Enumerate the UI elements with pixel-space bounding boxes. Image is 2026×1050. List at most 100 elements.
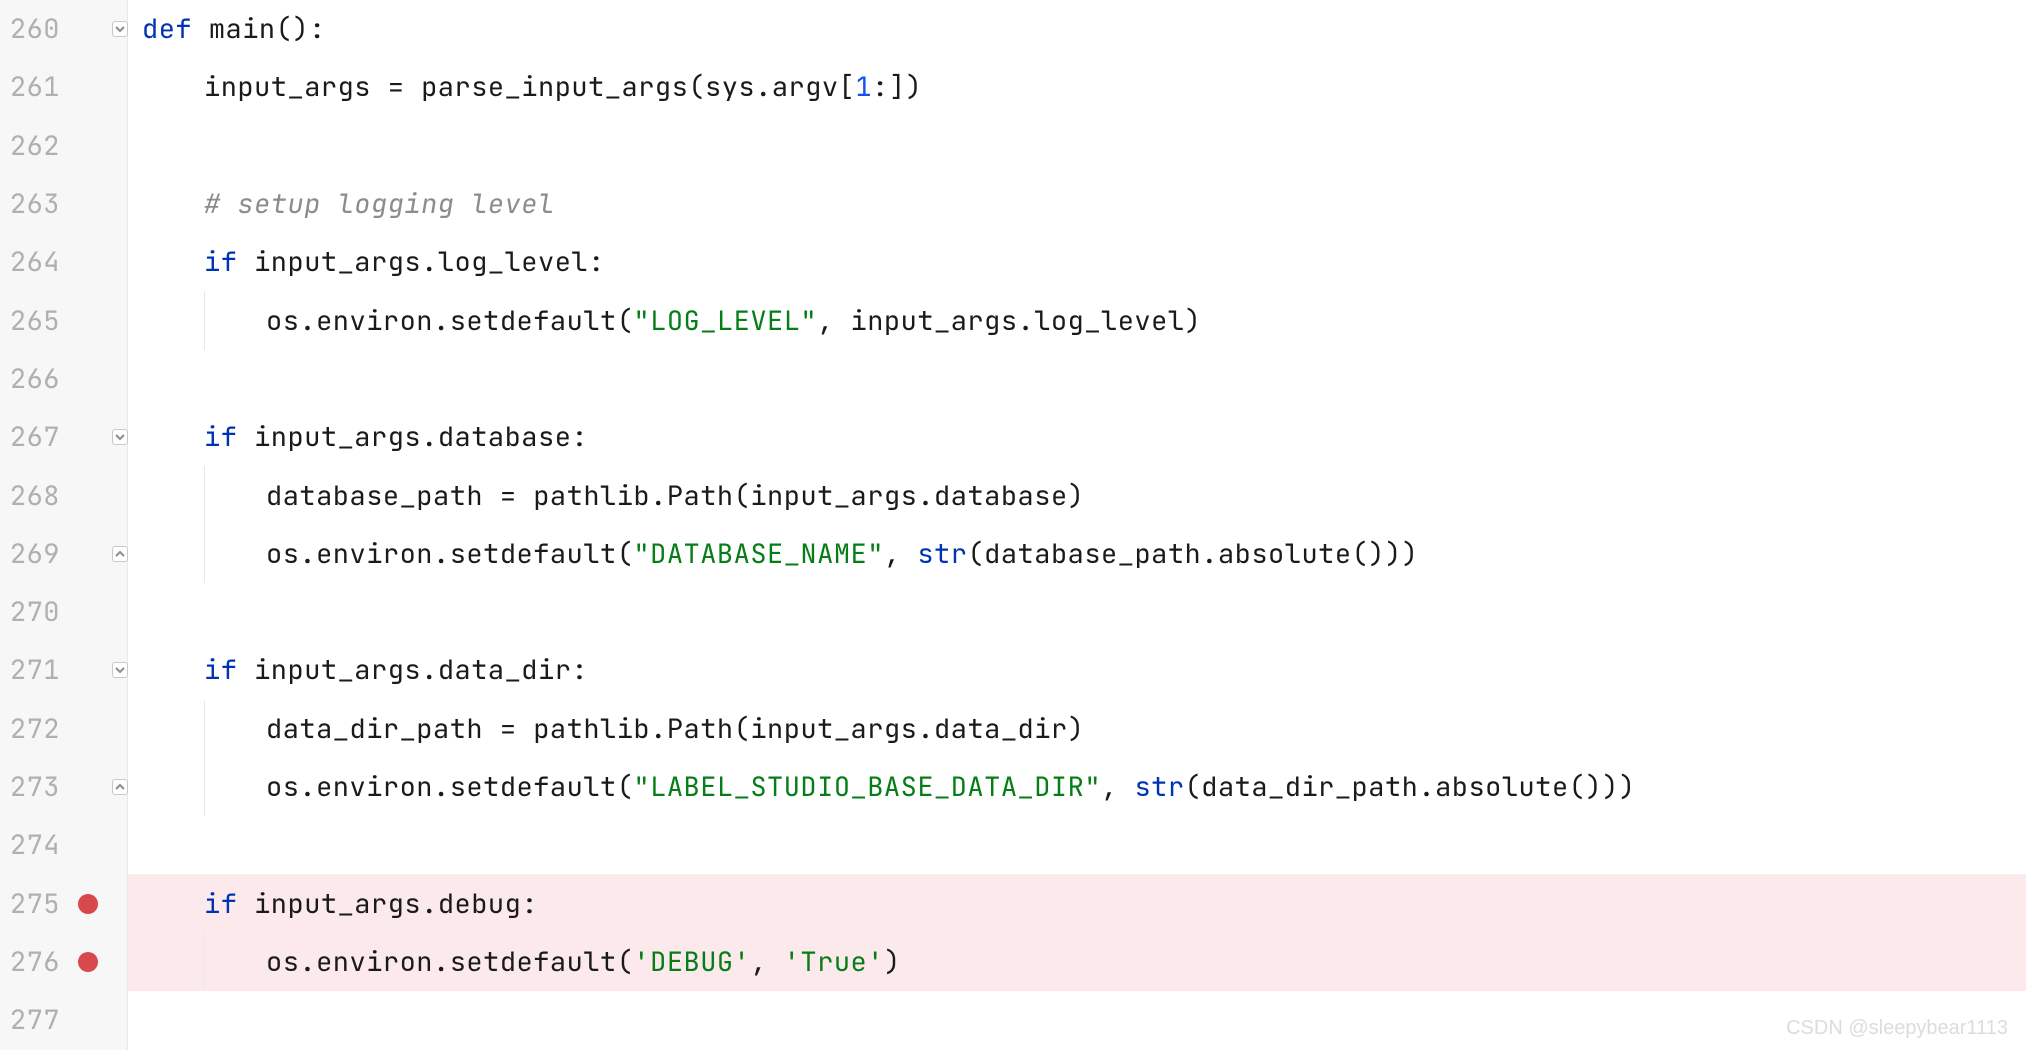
token-ident: database_path	[984, 536, 1201, 572]
gutter-row[interactable]: 273	[0, 758, 127, 816]
token-punc: )	[1185, 303, 1202, 339]
code-line[interactable]: if input_args.debug:	[128, 874, 2026, 932]
gutter-row[interactable]: 277	[0, 991, 127, 1049]
line-number: 266	[0, 361, 70, 397]
gutter-row[interactable]: 269	[0, 525, 127, 583]
gutter-row[interactable]: 262	[0, 117, 127, 175]
code-line[interactable]: if input_args.database:	[128, 408, 2026, 466]
token-ident: os	[266, 303, 299, 339]
line-number: 267	[0, 419, 70, 455]
line-number: 265	[0, 303, 70, 339]
indent-guide	[204, 525, 205, 583]
code-line[interactable]	[128, 583, 2026, 641]
token-ident: input_args	[254, 419, 421, 455]
gutter-row[interactable]: 263	[0, 175, 127, 233]
token-punc: (	[617, 944, 634, 980]
token-ident: input_args	[254, 244, 421, 280]
gutter-row[interactable]: 271	[0, 641, 127, 699]
token-punc: =	[500, 711, 533, 747]
fold-collapse-icon[interactable]	[112, 21, 128, 37]
code-line[interactable]: # setup logging level	[128, 175, 2026, 233]
fold-collapse-icon[interactable]	[112, 429, 128, 445]
token-punc	[237, 886, 254, 922]
token-punc: ()))	[1352, 536, 1419, 572]
token-punc	[237, 652, 254, 688]
code-line[interactable]: database_path = pathlib.Path(input_args.…	[128, 466, 2026, 524]
token-punc: .	[299, 769, 316, 805]
token-punc: :])	[872, 69, 922, 105]
token-str: "LOG_LEVEL"	[633, 303, 817, 339]
token-kw: if	[204, 419, 237, 455]
token-ident: environ	[316, 944, 433, 980]
gutter-row[interactable]: 265	[0, 291, 127, 349]
gutter-row[interactable]: 264	[0, 233, 127, 291]
token-punc: (	[688, 69, 705, 105]
gutter-row[interactable]: 270	[0, 583, 127, 641]
token-ident: database	[438, 419, 572, 455]
token-ident: setdefault	[450, 536, 617, 572]
token-ident: setdefault	[450, 769, 617, 805]
token-punc: .	[755, 69, 772, 105]
token-ident: log_level	[1034, 303, 1184, 339]
code-line[interactable]: data_dir_path = pathlib.Path(input_args.…	[128, 700, 2026, 758]
token-punc: ,	[817, 303, 850, 339]
code-line[interactable]: os.environ.setdefault("LABEL_STUDIO_BASE…	[128, 758, 2026, 816]
token-ident: os	[266, 536, 299, 572]
code-line[interactable]: if input_args.log_level:	[128, 233, 2026, 291]
gutter-row[interactable]: 275	[0, 874, 127, 932]
code-line[interactable]: os.environ.setdefault("LOG_LEVEL", input…	[128, 291, 2026, 349]
breakpoint-icon[interactable]	[78, 894, 98, 914]
code-line[interactable]	[128, 816, 2026, 874]
code-line[interactable]: input_args = parse_input_args(sys.argv[1…	[128, 58, 2026, 116]
token-ident: database	[934, 478, 1068, 514]
code-line[interactable]	[128, 350, 2026, 408]
fold-end-icon[interactable]	[112, 779, 128, 795]
token-kw: if	[204, 886, 237, 922]
token-punc: ():	[276, 11, 326, 47]
token-punc: (	[734, 711, 751, 747]
token-punc	[237, 244, 254, 280]
token-str: "LABEL_STUDIO_BASE_DATA_DIR"	[633, 769, 1101, 805]
code-line[interactable]: os.environ.setdefault("DATABASE_NAME", s…	[128, 525, 2026, 583]
line-number: 271	[0, 652, 70, 688]
gutter-row[interactable]: 272	[0, 700, 127, 758]
fold-collapse-icon[interactable]	[112, 662, 128, 678]
gutter-row[interactable]: 260	[0, 0, 127, 58]
line-number: 268	[0, 478, 70, 514]
fold-end-icon[interactable]	[112, 546, 128, 562]
gutter-row[interactable]: 276	[0, 933, 127, 991]
token-ident: setdefault	[450, 944, 617, 980]
code-line[interactable]: os.environ.setdefault('DEBUG', 'True')	[128, 933, 2026, 991]
token-ident: sys	[705, 69, 755, 105]
token-ident: data_dir	[438, 652, 572, 688]
token-punc: .	[433, 944, 450, 980]
code-area[interactable]: def main():input_args = parse_input_args…	[128, 0, 2026, 1050]
gutter-row[interactable]: 267	[0, 408, 127, 466]
token-num: 1	[855, 69, 872, 105]
token-ident: input_args	[254, 886, 421, 922]
breakpoint-icon[interactable]	[78, 952, 98, 972]
gutter[interactable]: 260261262263264 265 266 267 268 269270 271 272 2…	[0, 0, 128, 1050]
token-kw: if	[204, 244, 237, 280]
token-punc: )	[884, 944, 901, 980]
token-punc	[192, 11, 209, 47]
token-punc: .	[1018, 303, 1035, 339]
code-line[interactable]: if input_args.data_dir:	[128, 641, 2026, 699]
token-punc	[237, 419, 254, 455]
gutter-row[interactable]: 266	[0, 350, 127, 408]
gutter-row[interactable]: 268	[0, 466, 127, 524]
token-punc: .	[917, 478, 934, 514]
token-punc: (	[617, 303, 634, 339]
token-ident: pathlib	[533, 478, 650, 514]
code-line[interactable]	[128, 117, 2026, 175]
code-line[interactable]	[128, 991, 2026, 1049]
token-ident: input_args	[750, 478, 917, 514]
token-ident: environ	[316, 303, 433, 339]
token-ident: pathlib	[533, 711, 650, 747]
gutter-row[interactable]: 261	[0, 58, 127, 116]
code-line[interactable]: def main():	[128, 0, 2026, 58]
line-number: 272	[0, 711, 70, 747]
indent-guide	[204, 700, 205, 758]
token-ident: absolute	[1218, 536, 1352, 572]
gutter-row[interactable]: 274	[0, 816, 127, 874]
